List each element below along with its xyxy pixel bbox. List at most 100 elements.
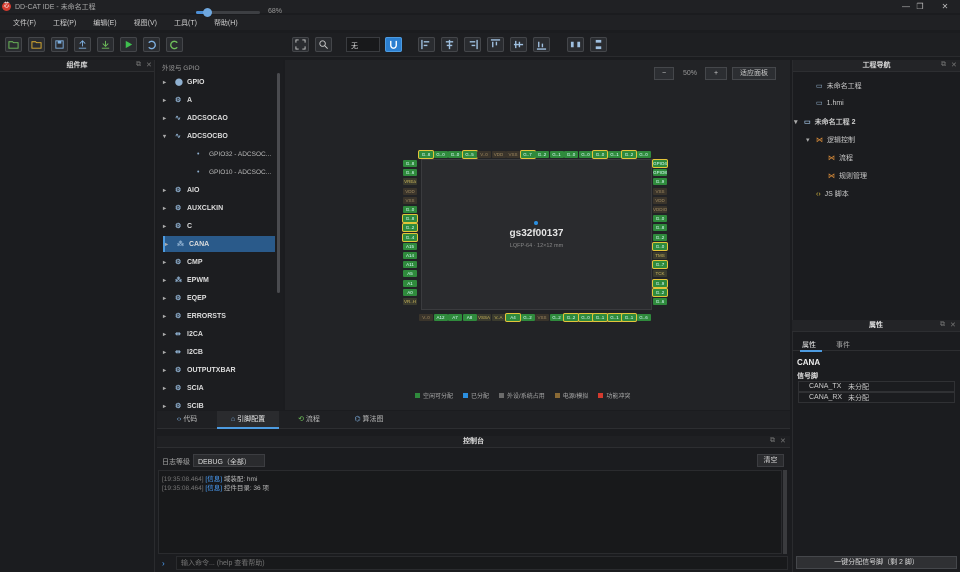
properties-close-icon[interactable]: ✕ (950, 321, 956, 329)
chip-pin[interactable]: VR..H (403, 298, 417, 305)
chip-pin[interactable]: A12 (433, 314, 448, 321)
expand-arrow-icon[interactable]: ▸ (163, 223, 175, 230)
chip-pin[interactable]: G..8 (418, 150, 434, 159)
chip-pin[interactable]: A0 (403, 288, 417, 296)
chip-pin[interactable]: G..6 (636, 314, 651, 321)
chip-pin[interactable]: A1 (403, 279, 417, 287)
navigator-float-icon[interactable]: ⧉ (941, 61, 946, 69)
property-row[interactable]: CANA_RX 未分配 (798, 392, 955, 403)
menu-edit[interactable]: 编辑(E) (88, 18, 128, 28)
chip-pin[interactable]: G..2 (652, 287, 668, 297)
peripheral-item[interactable]: ▸ ⚙ C (163, 218, 275, 234)
peripheral-item[interactable]: ▸ ⚙ A (163, 92, 275, 108)
align-center-button[interactable] (441, 37, 458, 52)
chip-pin[interactable]: VDD (653, 196, 667, 204)
chip-pin[interactable]: G..1 (606, 313, 623, 322)
chip-pin[interactable]: A4 (505, 313, 521, 322)
zoom-in-button[interactable]: + (705, 67, 727, 80)
chip-pin[interactable]: G..2 (563, 313, 579, 322)
project-tree-item[interactable]: ▾ ⋈ 逻辑控制 (806, 135, 855, 145)
panel-close-icon[interactable]: ✕ (146, 61, 152, 69)
chip-pin[interactable]: GPIO4 (652, 159, 668, 168)
expand-arrow-icon[interactable]: ▸ (163, 115, 175, 122)
expand-arrow-icon[interactable]: ▸ (163, 403, 175, 410)
chip-pin[interactable]: G..2 (653, 233, 667, 241)
auto-assign-pins-button[interactable]: 一键分配信号脚（剩 2 脚） (796, 556, 957, 569)
align-middle-button[interactable] (510, 37, 527, 52)
chip-pin[interactable]: VREa (403, 178, 417, 186)
chip-pin[interactable]: VSS (535, 314, 549, 321)
chip-pin[interactable]: G..4 (402, 232, 418, 242)
expand-arrow-icon[interactable]: ▸ (163, 349, 175, 356)
run-button[interactable] (120, 37, 137, 52)
chip-pin[interactable]: VSS (403, 196, 417, 204)
peripheral-item[interactable]: ▸ ⚙ OUTPUTXBAR (163, 362, 275, 378)
menu-tools[interactable]: 工具(T) (169, 18, 209, 28)
menu-file[interactable]: 文件(F) (8, 18, 48, 28)
project-tree-item[interactable]: ▭ 1.hmi (806, 99, 844, 108)
project-tree-item[interactable]: ▭ 未命名工程 (806, 81, 862, 91)
chip-pin[interactable]: G..0 (578, 151, 593, 158)
chip-pin[interactable]: V..A (491, 314, 506, 321)
expand-arrow-icon[interactable]: ▸ (163, 367, 175, 374)
chip-pin[interactable]: G..7 (519, 150, 536, 159)
maximize-button[interactable]: ❐ (911, 1, 929, 12)
tab-code[interactable]: ‹› 代码 (157, 411, 217, 429)
chip-pin[interactable]: TMS (653, 252, 667, 259)
chip-pin[interactable]: G..5 (461, 150, 478, 159)
navigator-close-icon[interactable]: ✕ (951, 61, 957, 69)
search-button[interactable] (315, 37, 332, 52)
tree-arrow-icon[interactable]: ▾ (794, 118, 804, 126)
new-project-button[interactable] (5, 37, 22, 52)
expand-arrow-icon[interactable]: ▸ (163, 277, 175, 284)
chip-pin[interactable]: G..0 (652, 241, 668, 251)
tab-events[interactable]: 事件 (836, 340, 850, 350)
expand-arrow-icon[interactable]: ▸ (163, 331, 175, 338)
expand-arrow-icon[interactable]: ▾ (163, 133, 175, 140)
chip-pin[interactable]: G..6 (403, 169, 417, 177)
chip-pin[interactable]: VSSA (477, 314, 491, 321)
peripheral-item[interactable]: ▸ ⚙ EQEP (163, 290, 275, 306)
chip-pin[interactable]: G..6 (653, 298, 667, 305)
chip-pin[interactable]: G..2 (621, 150, 637, 159)
tree-arrow-icon[interactable]: ▾ (806, 136, 816, 144)
expand-arrow-icon[interactable]: ▸ (165, 241, 177, 248)
fit-screen-button[interactable] (292, 37, 309, 52)
chip-pin[interactable]: G..0 (403, 206, 417, 213)
property-row[interactable]: CANA_TX 未分配 (798, 381, 955, 392)
tab-properties[interactable]: 属性 (802, 340, 816, 350)
expand-arrow-icon[interactable]: ▸ (163, 187, 175, 194)
fit-panel-button[interactable]: 适应面板 (732, 67, 776, 80)
close-button[interactable]: ✕ (936, 1, 954, 12)
project-tree-item[interactable]: ▾ ▭ 未命名工程 2 (794, 117, 855, 127)
chip-pin[interactable]: TCK (653, 270, 667, 278)
chip-pin[interactable]: G..9 (653, 178, 667, 186)
chip-pin[interactable]: G..1 (607, 151, 622, 158)
chip-pin[interactable]: G..2 (520, 314, 535, 321)
chip-pin[interactable]: G..1 (621, 313, 637, 322)
chip-pin[interactable]: G..8 (403, 160, 417, 167)
chip-pin[interactable]: G..1 (592, 313, 608, 322)
mode-select[interactable]: 无 (346, 37, 380, 52)
chip-pin[interactable]: G..2 (402, 223, 418, 233)
expand-arrow-icon[interactable]: ▸ (163, 385, 175, 392)
chip-pin[interactable]: G..7 (652, 260, 668, 270)
import-button[interactable] (97, 37, 114, 52)
tab-pin-config[interactable]: ⌂ 引脚配置 (217, 411, 279, 429)
save-button[interactable] (51, 37, 68, 52)
chip-pin[interactable]: G..2 (535, 151, 549, 158)
peripheral-item[interactable]: ▸ ⚙ CMP (163, 254, 275, 270)
peripheral-item[interactable]: ▸ ⁂ CANA (163, 236, 275, 252)
peripheral-item[interactable]: ▾ ∿ ADCSOCBO (163, 128, 275, 144)
chip-pin[interactable]: A11 (403, 261, 417, 269)
chip-pin[interactable]: A8 (462, 314, 477, 321)
log-scrollbar[interactable] (783, 470, 787, 554)
command-input[interactable] (176, 556, 788, 570)
peripheral-item[interactable]: ▸ ⚙ SCIA (163, 380, 275, 396)
peripheral-item[interactable]: ▸ ⇹ I2CB (163, 344, 275, 360)
menu-view[interactable]: 视图(V) (129, 18, 169, 28)
log-level-select[interactable]: DEBUG（全部） (193, 454, 265, 467)
open-project-button[interactable] (28, 37, 45, 52)
chip-pin[interactable]: G..8 (653, 224, 667, 232)
peripheral-item[interactable]: ▸ ⚙ ERRORSTS (163, 308, 275, 324)
